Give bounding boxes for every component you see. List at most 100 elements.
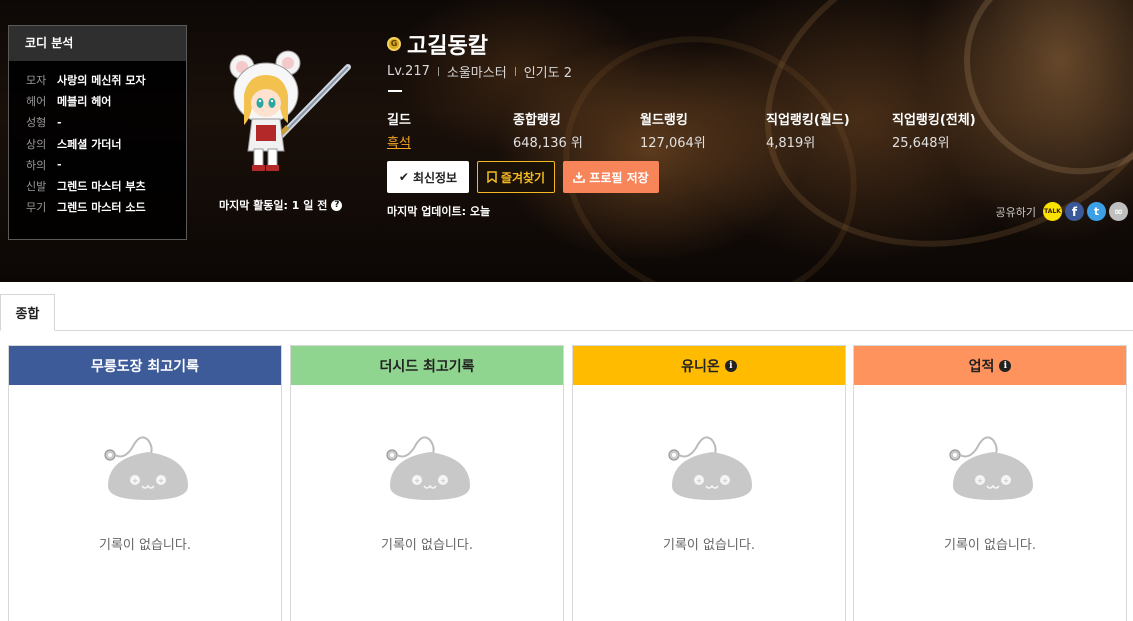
coordi-value: 그렌드 마스터 소드: [57, 201, 146, 215]
svg-text:+: +: [1003, 477, 1009, 485]
coordi-key: 성형: [26, 116, 47, 130]
info-icon[interactable]: i: [724, 359, 737, 372]
tab-bar: 종합: [0, 282, 1133, 331]
slime-icon: + +: [668, 436, 752, 500]
help-icon[interactable]: ?: [331, 199, 343, 211]
card-title: 더시드 최고기록: [379, 358, 475, 375]
total-rank-value: 648,136 위: [513, 136, 583, 151]
coordi-row-top[interactable]: 상의 스페셜 가더너: [26, 133, 186, 154]
coordi-row-weapon[interactable]: 무기 그렌드 마스터 소드: [26, 197, 186, 218]
character-meta: Lv.217 소울마스터 인기도 2: [387, 62, 572, 81]
link-icon[interactable]: ∞: [1109, 202, 1128, 221]
svg-text:+: +: [440, 477, 446, 485]
svg-text:+: +: [722, 477, 728, 485]
coordi-analysis-panel: 코디 분석 모자 사랑의 메신쥐 모자 헤어 메블리 헤어 성형 - 상의 스페셜 가더…: [8, 25, 187, 240]
card-title: 무릉도장 최고기록: [91, 358, 199, 375]
last-update: 마지막 업데이트: 오늘: [387, 205, 491, 218]
meta-divider: [514, 67, 516, 76]
world-rank-stat: 월드랭킹 127,064위: [640, 109, 706, 151]
card-header: 유니온 i: [573, 346, 845, 385]
card-header: 업적 i: [854, 346, 1126, 385]
favorite-button[interactable]: 즐겨찾기: [477, 161, 555, 193]
coordi-key: 신발: [26, 180, 47, 194]
job-world-rank-value: 4,819위: [766, 136, 816, 151]
card-achievement: 업적 i + + 기록이 없습니다.: [853, 345, 1127, 621]
twitter-icon[interactable]: t: [1087, 202, 1106, 221]
coordi-value: 사랑의 메신쥐 모자: [57, 73, 146, 87]
svg-text:+: +: [696, 477, 702, 485]
kakaotalk-icon[interactable]: TALK: [1043, 202, 1062, 221]
coordi-key: 모자: [26, 73, 47, 87]
facebook-icon[interactable]: f: [1065, 202, 1084, 221]
latest-info-label: 최신정보: [412, 170, 458, 185]
bookmark-icon: [487, 171, 497, 183]
empty-message: 기록이 없습니다.: [663, 538, 755, 553]
info-icon[interactable]: i: [999, 359, 1012, 372]
card-header: 더시드 최고기록: [291, 346, 563, 385]
job-all-rank-stat: 직업랭킹(전체) 25,648위: [892, 109, 976, 151]
card-title: 유니온: [681, 358, 720, 375]
coordi-key: 무기: [26, 201, 47, 215]
world-rank-value: 127,064위: [640, 136, 706, 151]
coordi-value: -: [57, 158, 62, 172]
share-bar: 공유하기 TALK f t ∞: [996, 202, 1128, 221]
guild-link[interactable]: 흑석: [387, 132, 411, 151]
last-active: 마지막 활동일: 1 일 전 ?: [219, 197, 343, 213]
character-popularity: 인기도 2: [523, 66, 572, 81]
coordi-key: 하의: [26, 158, 47, 172]
coordi-value: -: [57, 115, 62, 129]
empty-message: 기록이 없습니다.: [99, 538, 191, 553]
world-rank-label: 월드랭킹: [640, 113, 688, 128]
coordi-key: 헤어: [26, 94, 47, 108]
check-icon: ✔: [398, 170, 409, 184]
last-active-text: 마지막 활동일: 1 일 전: [219, 199, 328, 212]
coordi-value: 그렌드 마스터 부츠: [57, 180, 146, 194]
character-level: Lv.217: [387, 64, 430, 79]
job-world-rank-label: 직업랭킹(월드): [766, 113, 850, 128]
slime-icon: + +: [104, 436, 188, 500]
character-name: 고길동칼: [407, 34, 488, 59]
job-all-rank-label: 직업랭킹(전체): [892, 113, 976, 128]
job-world-rank-stat: 직업랭킹(월드) 4,819위: [766, 109, 850, 151]
profile-banner: 코디 분석 모자 사랑의 메신쥐 모자 헤어 메블리 헤어 성형 - 상의 스페셜 가더…: [0, 0, 1133, 282]
svg-text:+: +: [132, 477, 138, 485]
card-union: 유니온 i + + 기록이 없습니다.: [572, 345, 846, 621]
svg-text:+: +: [158, 477, 164, 485]
coordi-row-hat[interactable]: 모자 사랑의 메신쥐 모자: [26, 69, 186, 90]
card-header: 무릉도장 최고기록: [9, 346, 281, 385]
guild-stat: 길드 흑석: [387, 109, 411, 151]
job-all-rank-value: 25,648위: [892, 136, 950, 151]
save-profile-label: 프로필 저장: [589, 170, 649, 185]
character-avatar: [229, 50, 351, 171]
coordi-value: 메블리 헤어: [57, 94, 112, 108]
coordi-row-face[interactable]: 성형 -: [26, 112, 186, 133]
guild-label: 길드: [387, 113, 411, 128]
coordi-key: 상의: [26, 137, 47, 151]
slime-icon: + +: [949, 436, 1033, 500]
slime-icon: + +: [386, 436, 470, 500]
share-label: 공유하기: [995, 205, 1036, 219]
card-title: 업적: [968, 358, 995, 375]
svg-text:+: +: [414, 477, 420, 485]
total-rank-label: 종합랭킹: [513, 113, 561, 128]
coordi-row-hair[interactable]: 헤어 메블리 헤어: [26, 90, 186, 111]
favorite-label: 즐겨찾기: [500, 170, 546, 185]
coordi-value: 스페셜 가더너: [57, 137, 122, 151]
tab-summary[interactable]: 종합: [0, 294, 55, 331]
character-name-row: G 고길동칼: [387, 28, 488, 60]
coordi-list: 모자 사랑의 메신쥐 모자 헤어 메블리 헤어 성형 - 상의 스페셜 가더너 하의 - …: [9, 61, 186, 218]
coordi-title: 코디 분석: [9, 26, 186, 61]
meta-divider: [437, 67, 439, 76]
coordi-row-shoes[interactable]: 신발 그렌드 마스터 부츠: [26, 175, 186, 196]
coordi-row-bottom[interactable]: 하의 -: [26, 154, 186, 175]
divider-dash: [388, 90, 402, 92]
card-mureung: 무릉도장 최고기록 + + 기록이 없습니다.: [8, 345, 282, 621]
save-profile-button[interactable]: 프로필 저장: [563, 161, 659, 193]
svg-text:+: +: [977, 477, 983, 485]
total-rank-stat: 종합랭킹 648,136 위: [513, 109, 583, 151]
download-icon: [573, 172, 586, 183]
empty-message: 기록이 없습니다.: [944, 538, 1036, 553]
latest-info-button[interactable]: ✔ 최신정보: [387, 161, 469, 193]
card-the-seed: 더시드 최고기록 + + 기록이 없습니다.: [290, 345, 564, 621]
empty-message: 기록이 없습니다.: [381, 538, 473, 553]
